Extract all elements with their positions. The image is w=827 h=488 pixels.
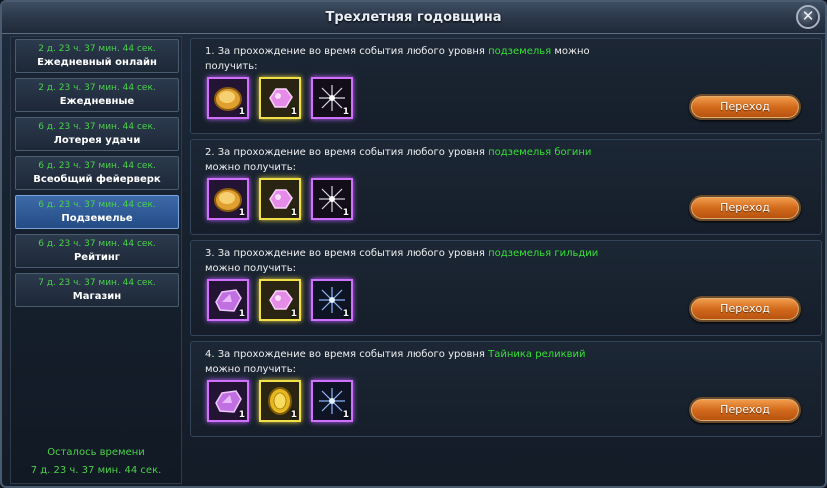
sidebar-item-label: Всеобщий фейерверк [33,174,161,185]
sidebar-item-label: Ежедневные [59,96,135,107]
quest-row: 2. За прохождение во время события любог… [190,139,822,235]
quest-description: 1. За прохождение во время события любог… [205,46,590,72]
reward-count: 1 [342,107,349,117]
quest-location-highlight: подземелья [488,46,552,57]
quest-list: 1. За прохождение во время события любог… [190,36,822,484]
close-button[interactable]: ✕ [796,5,820,29]
sidebar-item-shop[interactable]: 7 д. 23 ч. 37 мин. 44 сек. Магазин [15,273,179,307]
reward-count: 1 [238,208,245,218]
reward-slot-blue-firework[interactable]: 1 [311,380,353,422]
sidebar-item-timer: 6 д. 23 ч. 37 мин. 44 сек. [38,122,156,132]
sidebar-item-daily[interactable]: 2 д. 23 ч. 37 мин. 44 сек. Ежедневные [15,78,179,112]
window-title: Трехлетняя годовщина [2,2,825,34]
reward-count: 1 [342,410,349,420]
go-button[interactable]: Переход [689,296,801,322]
quest-location-highlight: подземелья гильдии [488,248,599,259]
go-button[interactable]: Переход [689,397,801,423]
event-window: Трехлетняя годовщина ✕ 2 д. 23 ч. 37 мин… [0,0,827,488]
reward-slot-gold-coin[interactable]: 1 [207,178,249,220]
sidebar-item-timer: 6 д. 23 ч. 37 мин. 44 сек. [38,200,156,210]
reward-slot-firework[interactable]: 1 [311,178,353,220]
reward-count: 1 [342,309,349,319]
reward-count: 1 [290,309,297,319]
reward-slot-blue-firework[interactable]: 1 [311,279,353,321]
sidebar-item-daily-online[interactable]: 2 д. 23 ч. 37 мин. 44 сек. Ежедневный он… [15,39,179,73]
time-remaining-value: 7 д. 23 ч. 37 мин. 44 сек. [30,465,162,476]
sidebar-item-timer: 6 д. 23 ч. 37 мин. 44 сек. [38,239,156,249]
reward-count: 1 [290,208,297,218]
reward-slot-gold-coin[interactable]: 1 [207,77,249,119]
reward-count: 1 [290,410,297,420]
sidebar-item-label: Ежедневный онлайн [37,57,157,68]
quest-location-highlight: подземелья богини [488,147,592,158]
reward-count: 1 [238,309,245,319]
quest-row: 3. За прохождение во время события любог… [190,240,822,336]
sidebar-item-rating[interactable]: 6 д. 23 ч. 37 мин. 44 сек. Рейтинг [15,234,179,268]
quest-description: 3. За прохождение во время события любог… [205,248,599,274]
reward-slot-firework[interactable]: 1 [311,77,353,119]
reward-slot-pink-crystal[interactable]: 1 [259,279,301,321]
quest-description: 4. За прохождение во время события любог… [205,349,586,375]
go-button[interactable]: Переход [689,94,801,120]
sidebar-item-timer: 7 д. 23 ч. 37 мин. 44 сек. [38,278,156,288]
reward-count: 1 [238,107,245,117]
sidebar-item-label: Подземелье [61,213,133,224]
reward-count: 1 [290,107,297,117]
go-button[interactable]: Переход [689,195,801,221]
sidebar-item-timer: 2 д. 23 ч. 37 мин. 44 сек. [38,83,156,93]
reward-slot-pink-crystal[interactable]: 1 [259,178,301,220]
quest-location-highlight: Тайника реликвий [488,349,586,360]
reward-count: 1 [342,208,349,218]
reward-slot-purple-gem[interactable]: 1 [207,380,249,422]
sidebar-item-timer: 2 д. 23 ч. 37 мин. 44 сек. [38,44,156,54]
sidebar-item-lottery[interactable]: 6 д. 23 ч. 37 мин. 44 сек. Лотерея удачи [15,117,179,151]
sidebar-item-label: Рейтинг [73,252,121,263]
reward-slot-purple-gem[interactable]: 1 [207,279,249,321]
sidebar-item-dungeon[interactable]: 6 д. 23 ч. 37 мин. 44 сек. Подземелье [15,195,179,229]
quest-description: 2. За прохождение во время события любог… [205,147,592,173]
sidebar: 2 д. 23 ч. 37 мин. 44 сек. Ежедневный он… [10,36,182,484]
sidebar-item-label: Лотерея удачи [53,135,141,146]
sidebar-item-label: Магазин [72,291,122,302]
quest-row: 1. За прохождение во время события любог… [190,38,822,134]
sidebar-item-fireworks[interactable]: 6 д. 23 ч. 37 мин. 44 сек. Всеобщий фейе… [15,156,179,190]
quest-row: 4. За прохождение во время события любог… [190,341,822,437]
sidebar-item-timer: 6 д. 23 ч. 37 мин. 44 сек. [38,161,156,171]
reward-slot-gold-medal[interactable]: 1 [259,380,301,422]
reward-slot-pink-crystal[interactable]: 1 [259,77,301,119]
reward-count: 1 [238,410,245,420]
time-remaining-label: Осталось времени [47,447,145,458]
